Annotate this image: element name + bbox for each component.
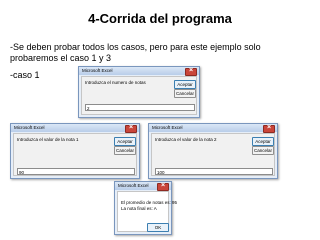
- dialog-title: Microsoft Excel: [82, 68, 113, 73]
- input-dialog-note-1: Microsoft Excel Introduzca el valor de l…: [10, 123, 140, 179]
- result-grade-text: La nota final es: A: [121, 206, 157, 211]
- dialog-body: Introduzca el valor de la nota 2 Aceptar…: [151, 133, 275, 176]
- close-icon[interactable]: [157, 182, 169, 191]
- accept-button[interactable]: Aceptar: [114, 137, 136, 146]
- close-icon[interactable]: [185, 67, 197, 76]
- close-icon[interactable]: [263, 124, 275, 133]
- result-message-box: Microsoft Excel El promedio de notas es:…: [114, 181, 177, 235]
- accept-button[interactable]: Aceptar: [252, 137, 274, 146]
- dialog-title-bar: Microsoft Excel: [11, 124, 139, 133]
- dialog-title-bar: Microsoft Excel: [149, 124, 277, 133]
- case-label: -caso 1: [10, 70, 40, 80]
- close-icon[interactable]: [125, 124, 137, 133]
- dialog-prompt: Introduzca el valor de la nota 1: [17, 137, 79, 142]
- cancel-button[interactable]: Cancelar: [252, 146, 274, 155]
- dialog-title: Microsoft Excel: [118, 183, 149, 188]
- value-input[interactable]: 2: [85, 104, 195, 111]
- ok-button[interactable]: OK: [147, 223, 169, 232]
- dialog-body: El promedio de notas es: 95 La nota fina…: [117, 191, 177, 232]
- value-input[interactable]: 90: [17, 168, 135, 175]
- dialog-body: Introduzca el numero de notas Aceptar Ca…: [81, 76, 197, 115]
- dialog-prompt: Introduzca el valor de la nota 2: [155, 137, 217, 142]
- dialog-title: Microsoft Excel: [152, 125, 183, 130]
- input-dialog-note-2: Microsoft Excel Introduzca el valor de l…: [148, 123, 278, 179]
- description-text: -Se deben probar todos los casos, pero p…: [10, 42, 261, 63]
- dialog-title-bar: Microsoft Excel: [79, 67, 199, 76]
- cancel-button[interactable]: Cancelar: [114, 146, 136, 155]
- input-dialog-number-of-notes: Microsoft Excel Introduzca el numero de …: [78, 66, 200, 118]
- cancel-button[interactable]: Cancelar: [174, 89, 196, 98]
- dialog-prompt: Introduzca el numero de notas: [85, 80, 146, 85]
- dialog-title: Microsoft Excel: [14, 125, 45, 130]
- slide-title: 4-Corrida del programa: [88, 11, 232, 26]
- value-input[interactable]: 100: [155, 168, 273, 175]
- accept-button[interactable]: Aceptar: [174, 80, 196, 89]
- dialog-title-bar: Microsoft Excel: [115, 182, 171, 191]
- dialog-body: Introduzca el valor de la nota 1 Aceptar…: [13, 133, 137, 176]
